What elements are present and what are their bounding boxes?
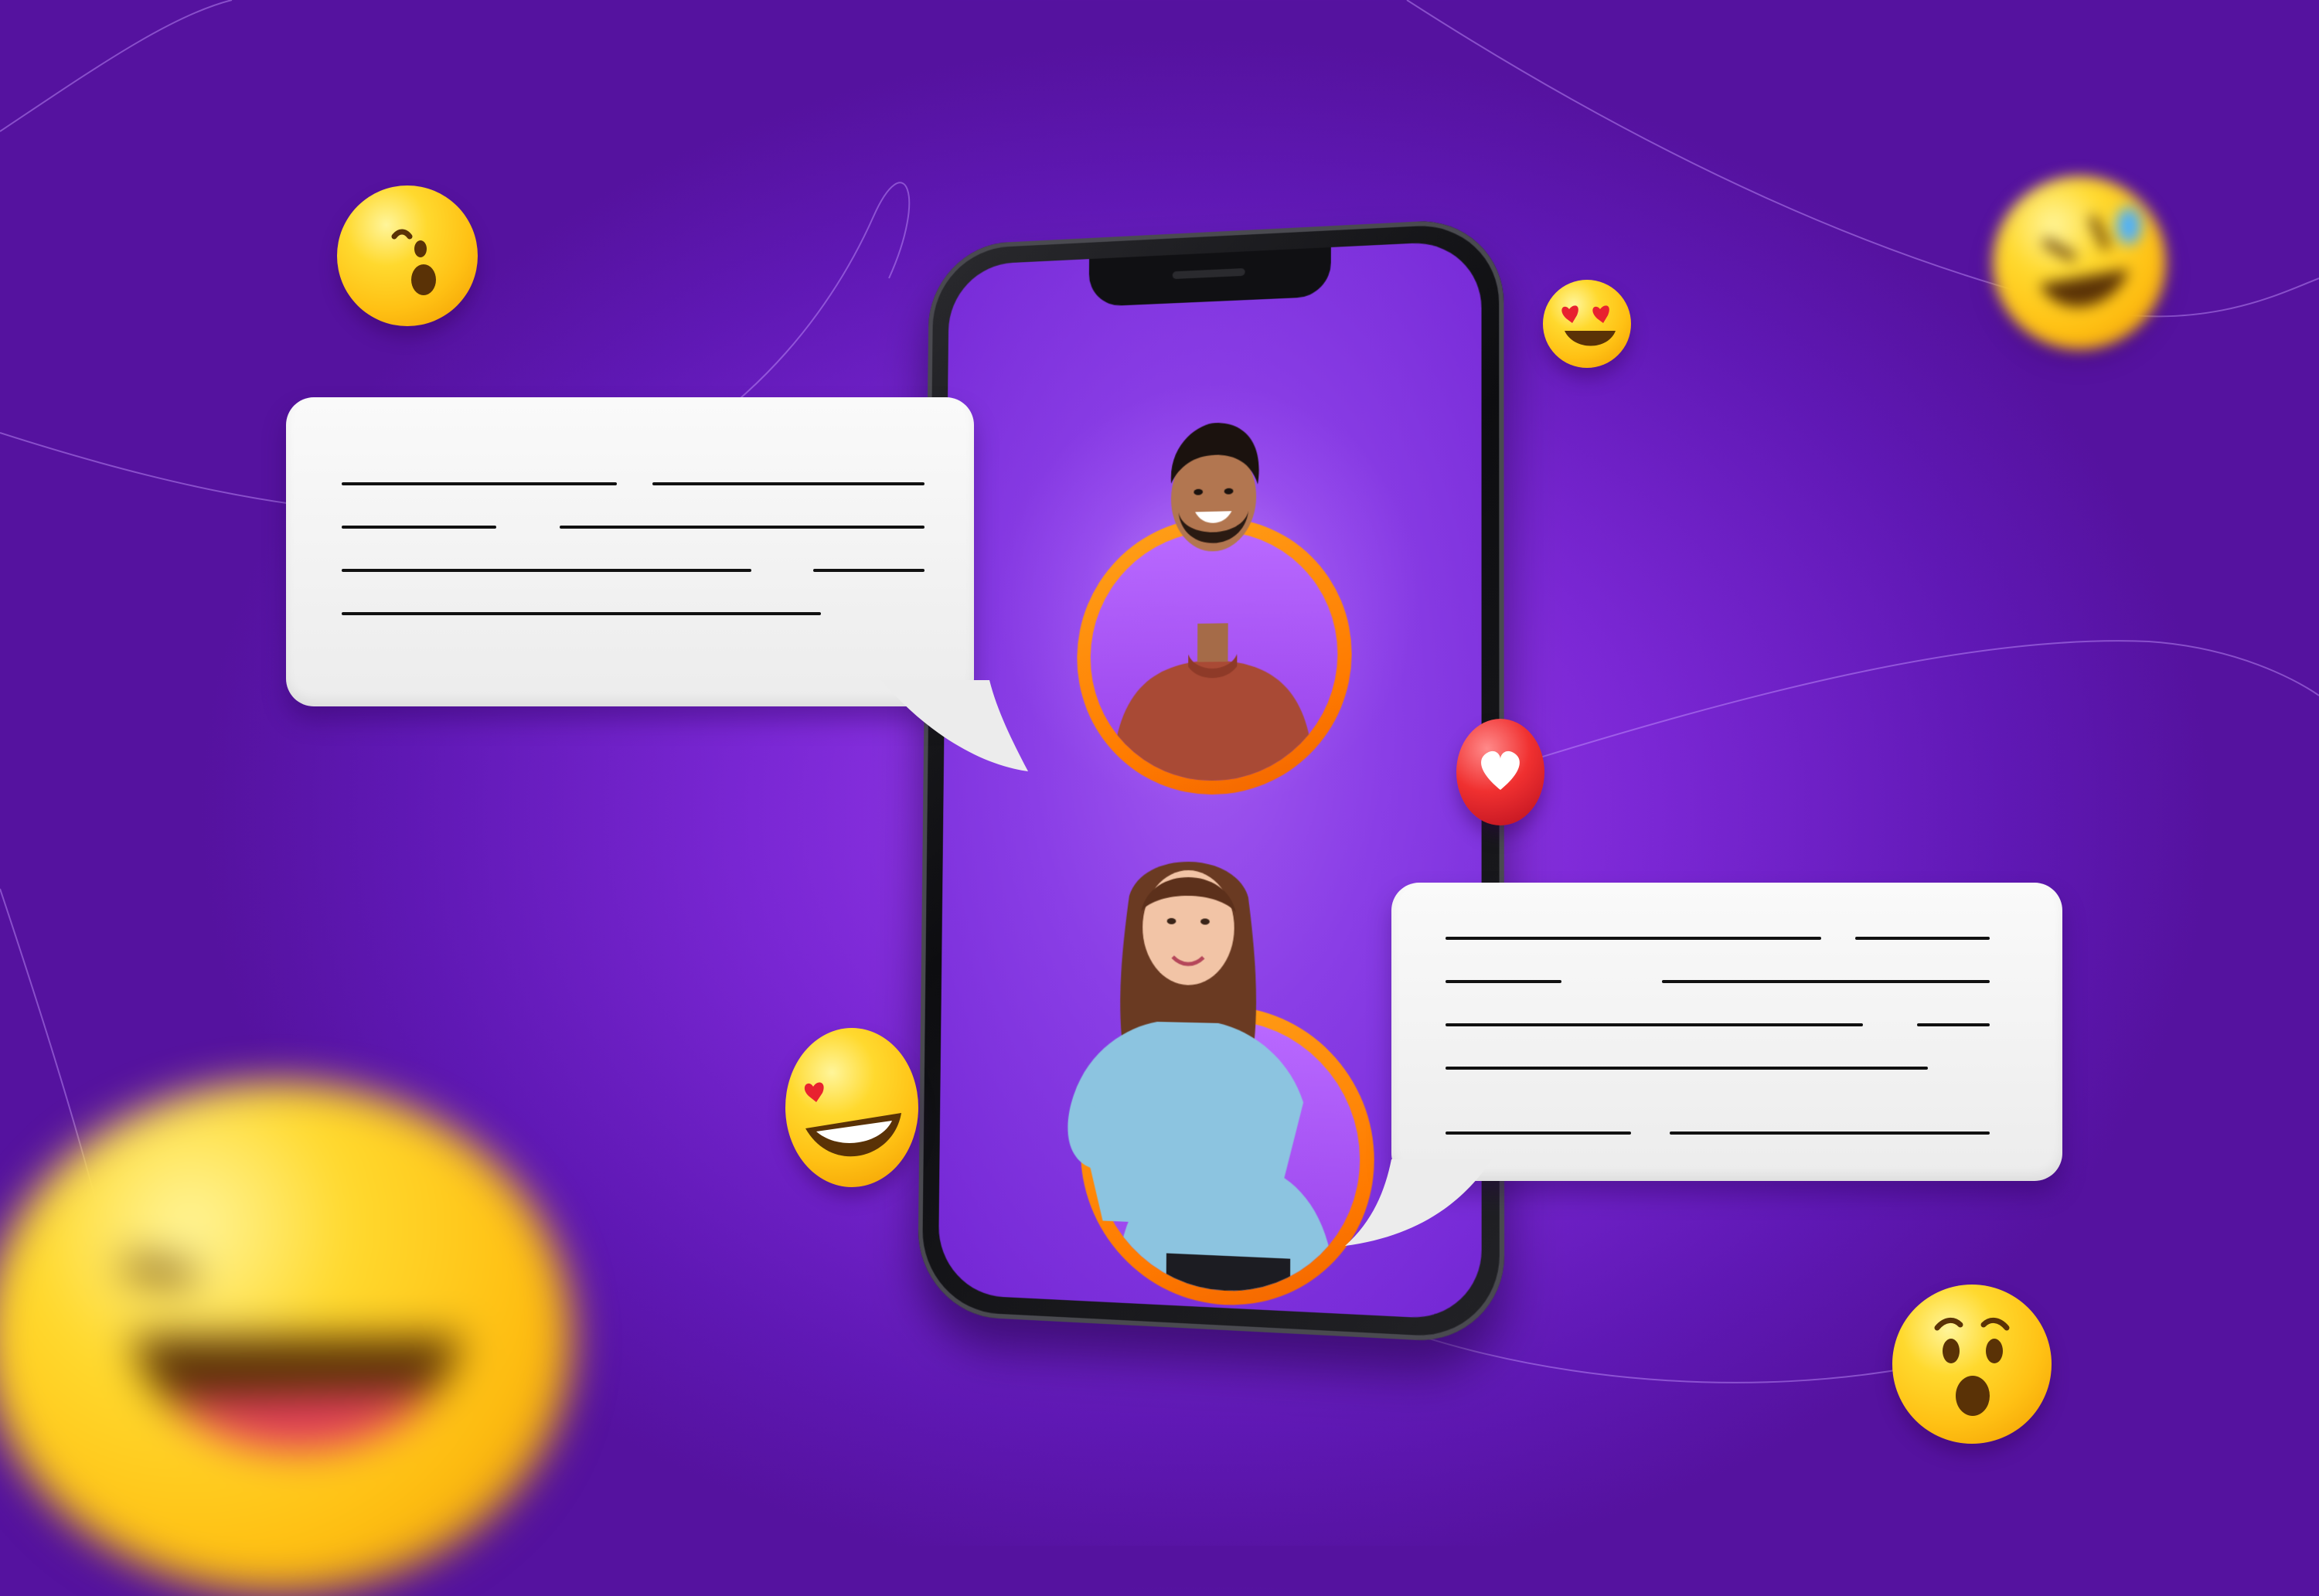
wow-emoji-face xyxy=(1934,1318,2010,1416)
heart-icon xyxy=(1481,750,1520,790)
wow-emoji xyxy=(1892,1285,2052,1444)
surprised-emoji xyxy=(337,185,478,326)
rolling-laughing-emoji-face xyxy=(2039,207,2141,307)
phone-notch xyxy=(1088,247,1331,308)
text-line xyxy=(342,526,496,529)
man-head xyxy=(1170,421,1259,553)
text-line xyxy=(1446,937,1821,940)
text-line xyxy=(560,526,925,529)
surprised-emoji-face xyxy=(391,229,436,295)
big-laugh-emoji xyxy=(0,1082,572,1592)
text-line xyxy=(813,569,925,572)
text-line xyxy=(1917,1023,1990,1026)
text-line xyxy=(1670,1131,1990,1135)
text-line xyxy=(652,482,925,485)
phone-speaker xyxy=(1172,267,1245,280)
speech-bubble-left-tail xyxy=(881,680,1028,771)
heart-reaction-icon xyxy=(1456,719,1544,825)
text-line xyxy=(342,569,751,572)
big-laugh-emoji-face xyxy=(123,1259,464,1451)
laughing-emoji xyxy=(785,1028,918,1187)
heart-eyes-emoji xyxy=(1543,280,1631,368)
text-line xyxy=(1662,980,1990,983)
text-line xyxy=(1446,980,1561,983)
text-line xyxy=(1446,1131,1631,1135)
laughing-emoji-face xyxy=(804,1082,901,1157)
rolling-laughing-emoji xyxy=(1993,176,2166,349)
heart-eyes-emoji-face xyxy=(1561,305,1616,346)
woman-figure xyxy=(1067,861,1304,1230)
text-line xyxy=(1446,1067,1928,1070)
text-line xyxy=(1855,937,1990,940)
speech-bubble-right-tail xyxy=(1345,1159,1492,1246)
text-line xyxy=(342,482,617,485)
text-line xyxy=(1446,1023,1863,1026)
text-line xyxy=(342,612,821,615)
speech-bubble-right xyxy=(1391,883,2062,1181)
speech-bubble-left xyxy=(286,397,974,706)
